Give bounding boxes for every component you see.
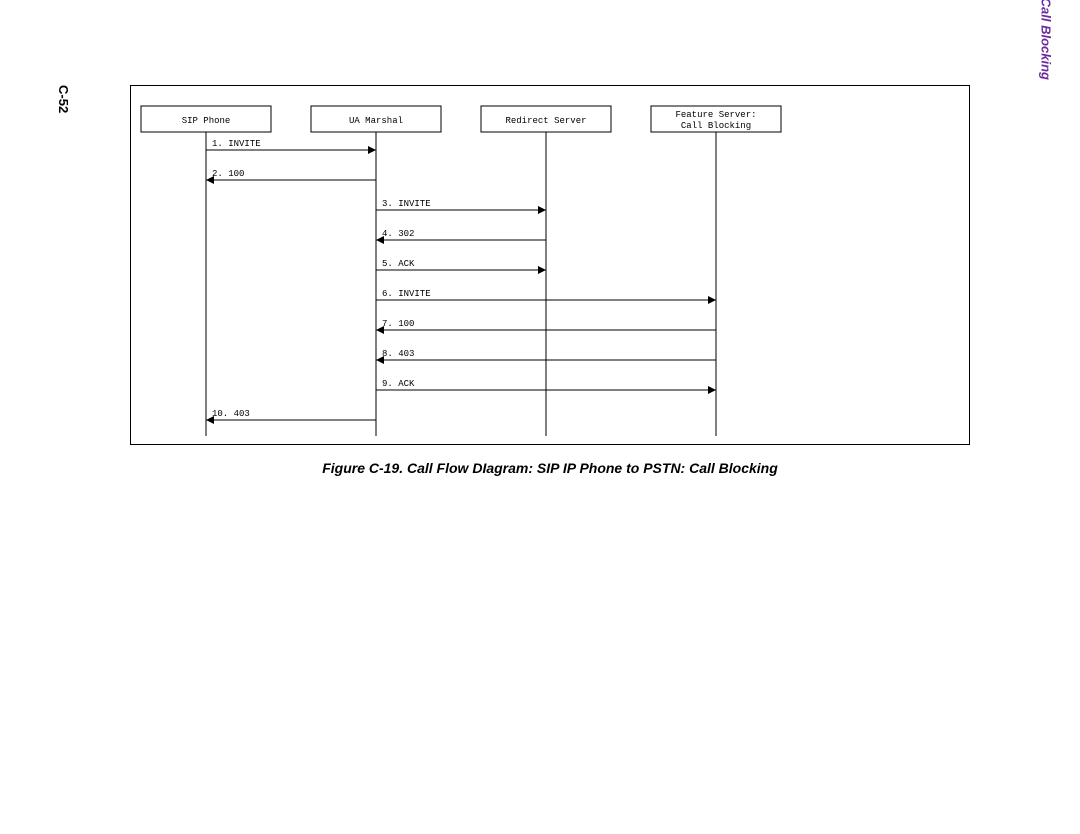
- message-label: 10. 403: [212, 409, 250, 419]
- side-header: SIP Phone to PSTN: Call Blocking: [1039, 0, 1052, 80]
- message-label: 8. 403: [382, 349, 414, 359]
- message-label: 3. INVITE: [382, 199, 431, 209]
- page-number: C-52: [57, 85, 70, 113]
- actor-label: Call Blocking: [681, 121, 751, 131]
- actor-label: Feature Server:: [675, 110, 756, 120]
- arrowhead-icon: [708, 386, 716, 394]
- arrowhead-icon: [538, 266, 546, 274]
- arrowhead-icon: [708, 296, 716, 304]
- actor-label: UA Marshal: [349, 116, 403, 126]
- arrowhead-icon: [368, 146, 376, 154]
- message-label: 2. 100: [212, 169, 244, 179]
- message-label: 6. INVITE: [382, 289, 431, 299]
- arrowhead-icon: [538, 206, 546, 214]
- actor-label: Redirect Server: [505, 116, 586, 126]
- actor-label: SIP Phone: [182, 116, 231, 126]
- message-label: 7. 100: [382, 319, 414, 329]
- message-label: 9. ACK: [382, 379, 415, 389]
- sequence-diagram: SIP Phone UA Marshal Redirect Server Featur…: [131, 86, 971, 446]
- message-label: 1. INVITE: [212, 139, 261, 149]
- message-label: 4. 302: [382, 229, 414, 239]
- diagram-frame: SIP Phone UA Marshal Redirect Server Featur…: [130, 85, 970, 445]
- message-label: 5. ACK: [382, 259, 415, 269]
- figure-caption: Figure C-19. Call Flow DIagram: SIP IP P…: [130, 460, 970, 477]
